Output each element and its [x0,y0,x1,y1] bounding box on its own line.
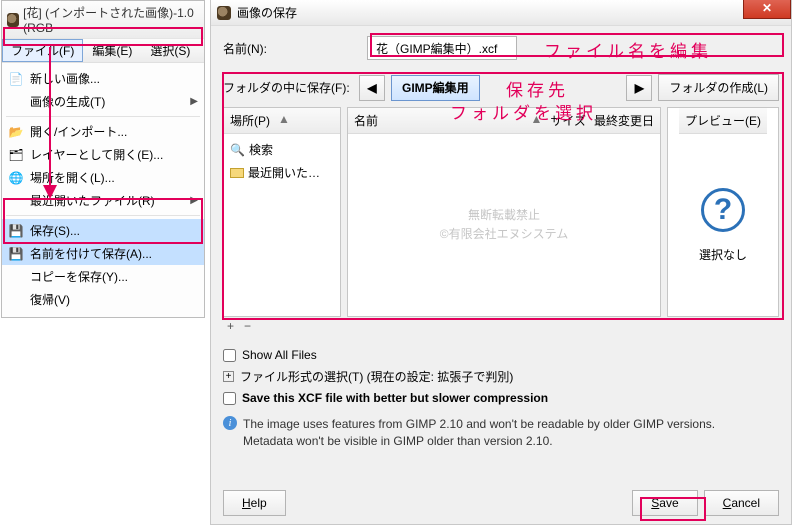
places-header[interactable]: 場所(P)▲ [224,108,340,134]
save-as-icon: 💾 [8,246,24,262]
main-window-title-bar: [花] (インポートされた画像)-1.0 (RGB [2,1,204,38]
better-compression-row: Save this XCF file with better but slowe… [223,388,779,408]
folder-label: フォルダの中に保存(F): [223,79,353,96]
path-forward-button[interactable]: ▶ [626,75,652,101]
save-button[interactable]: Save [632,490,697,516]
remove-bookmark-button[interactable]: − [244,319,251,333]
menu-item-create[interactable]: 画像の生成(T) ▶ [2,90,204,113]
layers-icon: 🗂 [8,147,24,163]
save-icon: 💾 [8,223,24,239]
dialog-title: 画像の保存 [237,4,297,21]
add-remove-bookmark: + − [223,317,779,335]
dialog-button-row: Help Save Cancel [223,490,779,516]
watermark-text: 無断転載禁止 ©有限会社エヌシステム [440,206,568,244]
files-header: 名前 ▲ サイズ 最終変更日 [348,108,660,134]
files-panel: 名前 ▲ サイズ 最終変更日 無断転載禁止 ©有限会社エヌシステム [347,107,661,317]
gimp-logo-icon [7,13,19,27]
show-all-files-label: Show All Files [242,348,317,362]
files-list[interactable]: 無断転載禁止 ©有限会社エヌシステム [348,134,660,316]
gimp-logo-icon [217,6,231,20]
question-mark-icon: ? [701,188,745,232]
places-item-recent[interactable]: 最近開いた… [230,161,334,184]
menu-item-open-location[interactable]: 🌐 場所を開く(L)... [2,166,204,189]
dialog-body: 名前(N): フォルダの中に保存(F): ◀ GIMP編集用 ▶ フォルダの作成… [211,26,791,450]
preview-header: プレビュー(E) [679,108,767,134]
create-folder-button[interactable]: フォルダの作成(L) [658,74,779,101]
new-file-icon: 📄 [8,71,24,87]
open-folder-icon: 📂 [8,124,24,140]
add-bookmark-button[interactable]: + [227,319,234,333]
better-compression-checkbox[interactable] [223,392,236,405]
col-size[interactable]: サイズ [550,112,586,129]
compat-info-2: Metadata won't be visible in GIMP older … [243,433,715,450]
folder-icon [230,168,244,178]
path-segment-current[interactable]: GIMP編集用 [391,75,480,101]
preview-panel: プレビュー(E) ? 選択なし [667,107,779,317]
menu-separator [6,215,200,216]
show-all-files-row: Show All Files [223,345,779,365]
file-type-expander[interactable]: + ファイル形式の選択(T) (現在の設定: 拡張子で判別) [223,365,779,388]
dialog-title-bar: 画像の保存 ✕ [211,0,791,26]
places-item-search[interactable]: 検索 [230,138,334,161]
menu-item-save[interactable]: 💾 保存(S)... [2,219,204,242]
file-type-label: ファイル形式の選択(T) (現在の設定: 拡張子で判別) [240,368,513,385]
filename-row: 名前(N): [223,36,779,60]
compat-info-1: The image uses features from GIMP 2.10 a… [243,416,715,433]
info-icon: i [223,416,237,430]
gimp-main-window: [花] (インポートされた画像)-1.0 (RGB ファイル(F) 編集(E) … [1,0,205,318]
menu-item-open[interactable]: 📂 開く/インポート... [2,120,204,143]
save-image-dialog: 画像の保存 ✕ 名前(N): フォルダの中に保存(F): ◀ GIMP編集用 ▶… [210,0,792,525]
preview-no-selection: 選択なし [699,246,747,263]
window-close-button[interactable]: ✕ [743,0,791,19]
menu-edit[interactable]: 編集(E) [83,39,141,62]
better-compression-label: Save this XCF file with better but slowe… [242,391,548,405]
expander-plus-icon: + [223,371,234,382]
chevron-left-icon: ◀ [367,81,376,95]
menu-item-new-image[interactable]: 📄 新しい画像... [2,67,204,90]
menu-item-save-copy[interactable]: コピーを保存(Y)... [2,265,204,288]
globe-icon: 🌐 [8,170,24,186]
menu-item-recent[interactable]: 最近開いたファイル(R) ▶ [2,189,204,212]
help-button[interactable]: Help [223,490,286,516]
file-browser-panels: 場所(P)▲ 検索 最近開いた… 名前 ▲ サイズ [223,107,779,317]
filename-label: 名前(N): [223,40,353,57]
submenu-arrow-icon: ▶ [190,195,198,206]
menu-item-open-as-layer[interactable]: 🗂 レイヤーとして開く(E)... [2,143,204,166]
filename-input-wrapper [367,36,517,60]
cancel-button[interactable]: Cancel [704,490,779,516]
menu-item-revert[interactable]: 復帰(V) [2,288,204,311]
places-panel: 場所(P)▲ 検索 最近開いた… [223,107,341,317]
menu-file[interactable]: ファイル(F) [2,39,83,62]
path-back-button[interactable]: ◀ [359,75,385,101]
menu-item-save-as[interactable]: 💾 名前を付けて保存(A)... [2,242,204,265]
show-all-files-checkbox[interactable] [223,349,236,362]
filename-input[interactable] [374,40,510,56]
col-modified[interactable]: 最終変更日 [594,112,654,129]
menu-bar: ファイル(F) 編集(E) 選択(S) [2,38,204,62]
folder-row: フォルダの中に保存(F): ◀ GIMP編集用 ▶ フォルダの作成(L) [223,74,779,101]
menu-select[interactable]: 選択(S) [141,39,199,62]
submenu-arrow-icon: ▶ [190,96,198,107]
menu-separator [6,116,200,117]
file-menu-dropdown: 📄 新しい画像... 画像の生成(T) ▶ 📂 開く/インポート... 🗂 レイ… [2,62,204,317]
col-name[interactable]: 名前 [354,112,522,129]
main-window-title: [花] (インポートされた画像)-1.0 (RGB [23,4,199,35]
chevron-right-icon: ▶ [635,81,644,95]
search-icon [230,143,245,157]
